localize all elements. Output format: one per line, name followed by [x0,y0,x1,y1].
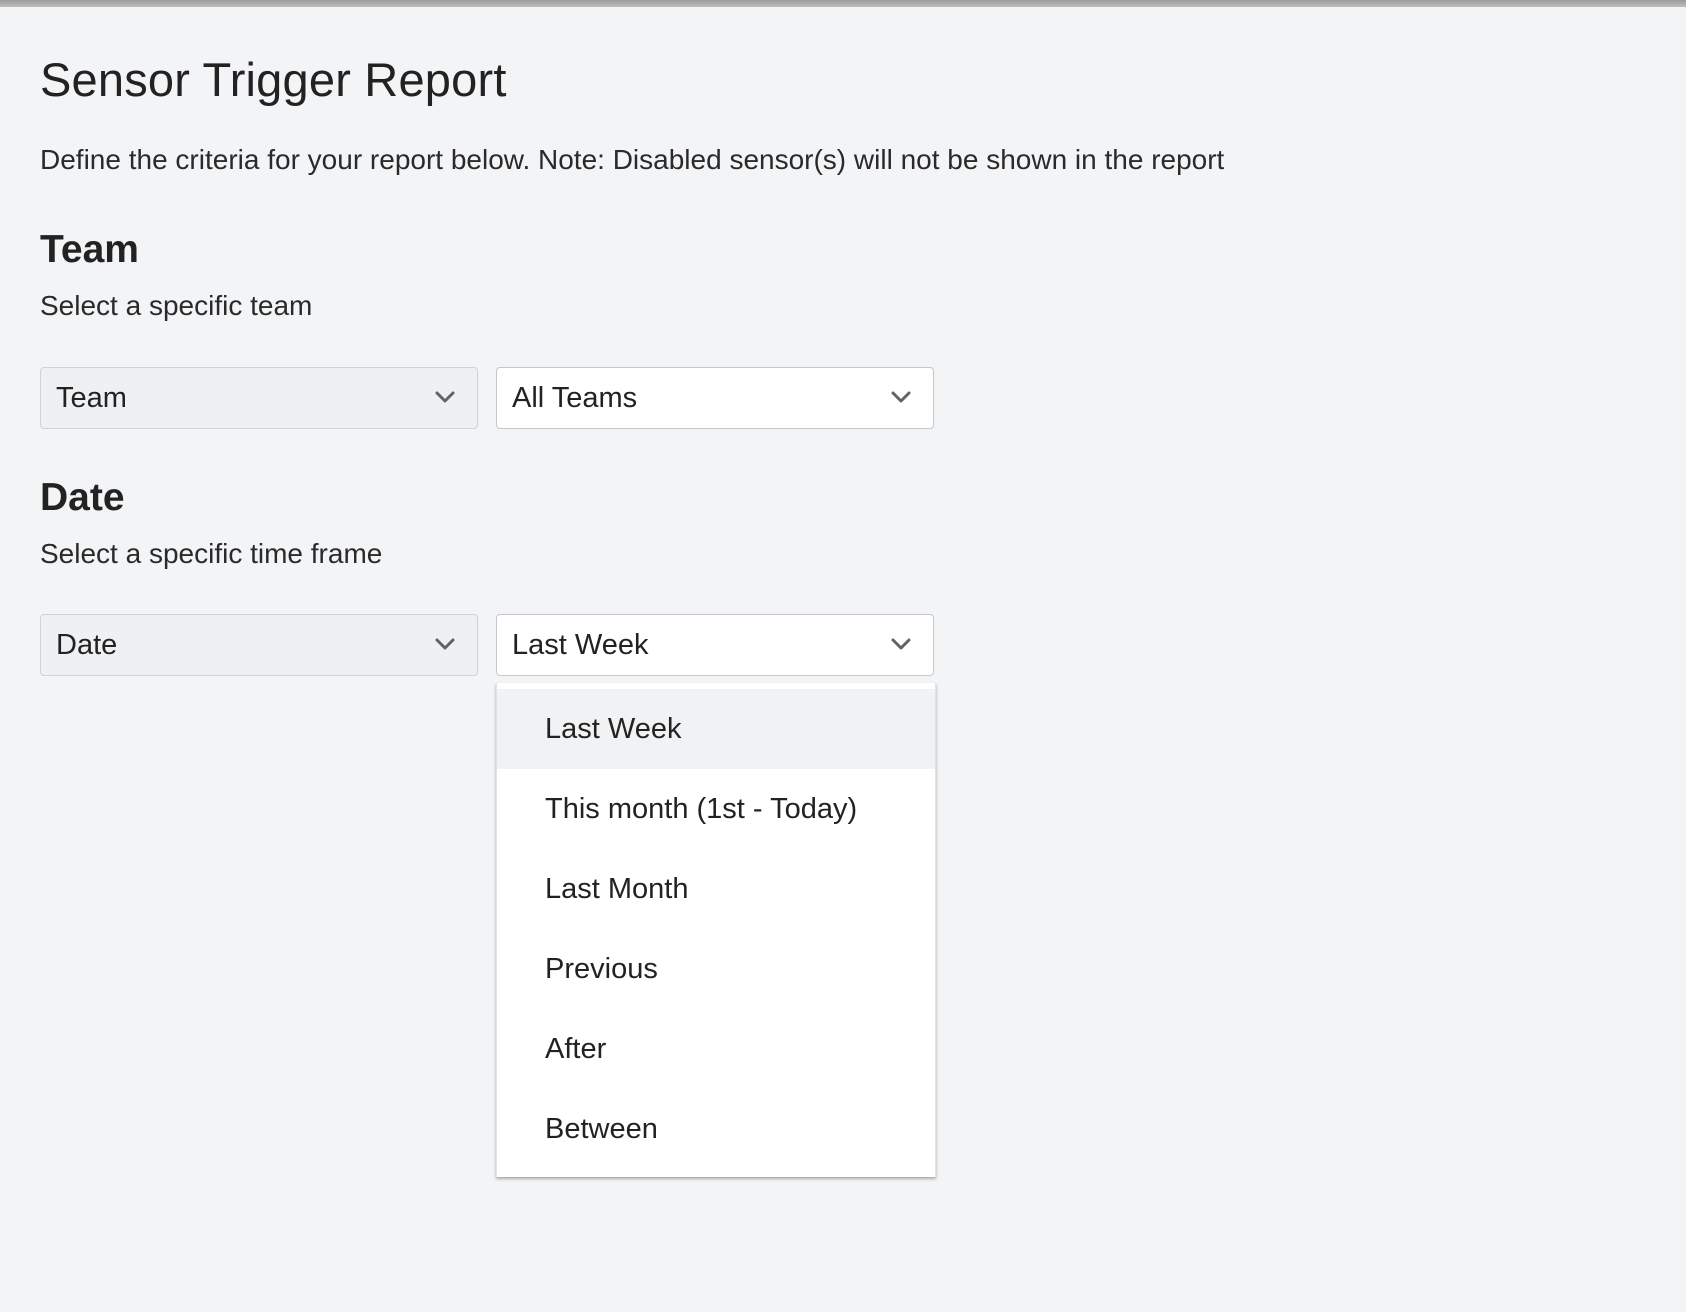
date-option-after[interactable]: After [497,1009,935,1089]
date-option-between[interactable]: Between [497,1089,935,1169]
date-option-this-month[interactable]: This month (1st - Today) [497,769,935,849]
page-description: Define the criteria for your report belo… [40,144,1225,175]
date-option-previous[interactable]: Previous [497,929,935,1009]
date-filter-type-value: Date [56,628,118,661]
date-option-last-week[interactable]: Last Week [497,689,935,769]
window-top-border [0,0,1686,7]
date-section-title: Date [40,476,125,519]
team-filter-type-value: Team [56,381,127,414]
chevron-down-icon [435,638,455,650]
date-filter-value: Last Week [512,628,649,661]
team-section-title: Team [40,228,139,271]
date-filter-type-select[interactable]: Date [40,614,478,676]
chevron-down-icon [891,391,911,403]
team-filter-value: All Teams [512,381,638,414]
page-title: Sensor Trigger Report [40,53,507,106]
chevron-down-icon [435,391,455,403]
date-option-last-month[interactable]: Last Month [497,849,935,929]
date-options-dropdown-menu: Last Week This month (1st - Today) Last … [496,683,936,1177]
team-section-description: Select a specific team [40,290,313,321]
team-filter-type-select[interactable]: Team [40,367,478,429]
date-section-description: Select a specific time frame [40,538,383,569]
team-filter-value-select[interactable]: All Teams [496,367,934,429]
date-filter-value-select[interactable]: Last Week [496,614,934,676]
chevron-down-icon [891,638,911,650]
